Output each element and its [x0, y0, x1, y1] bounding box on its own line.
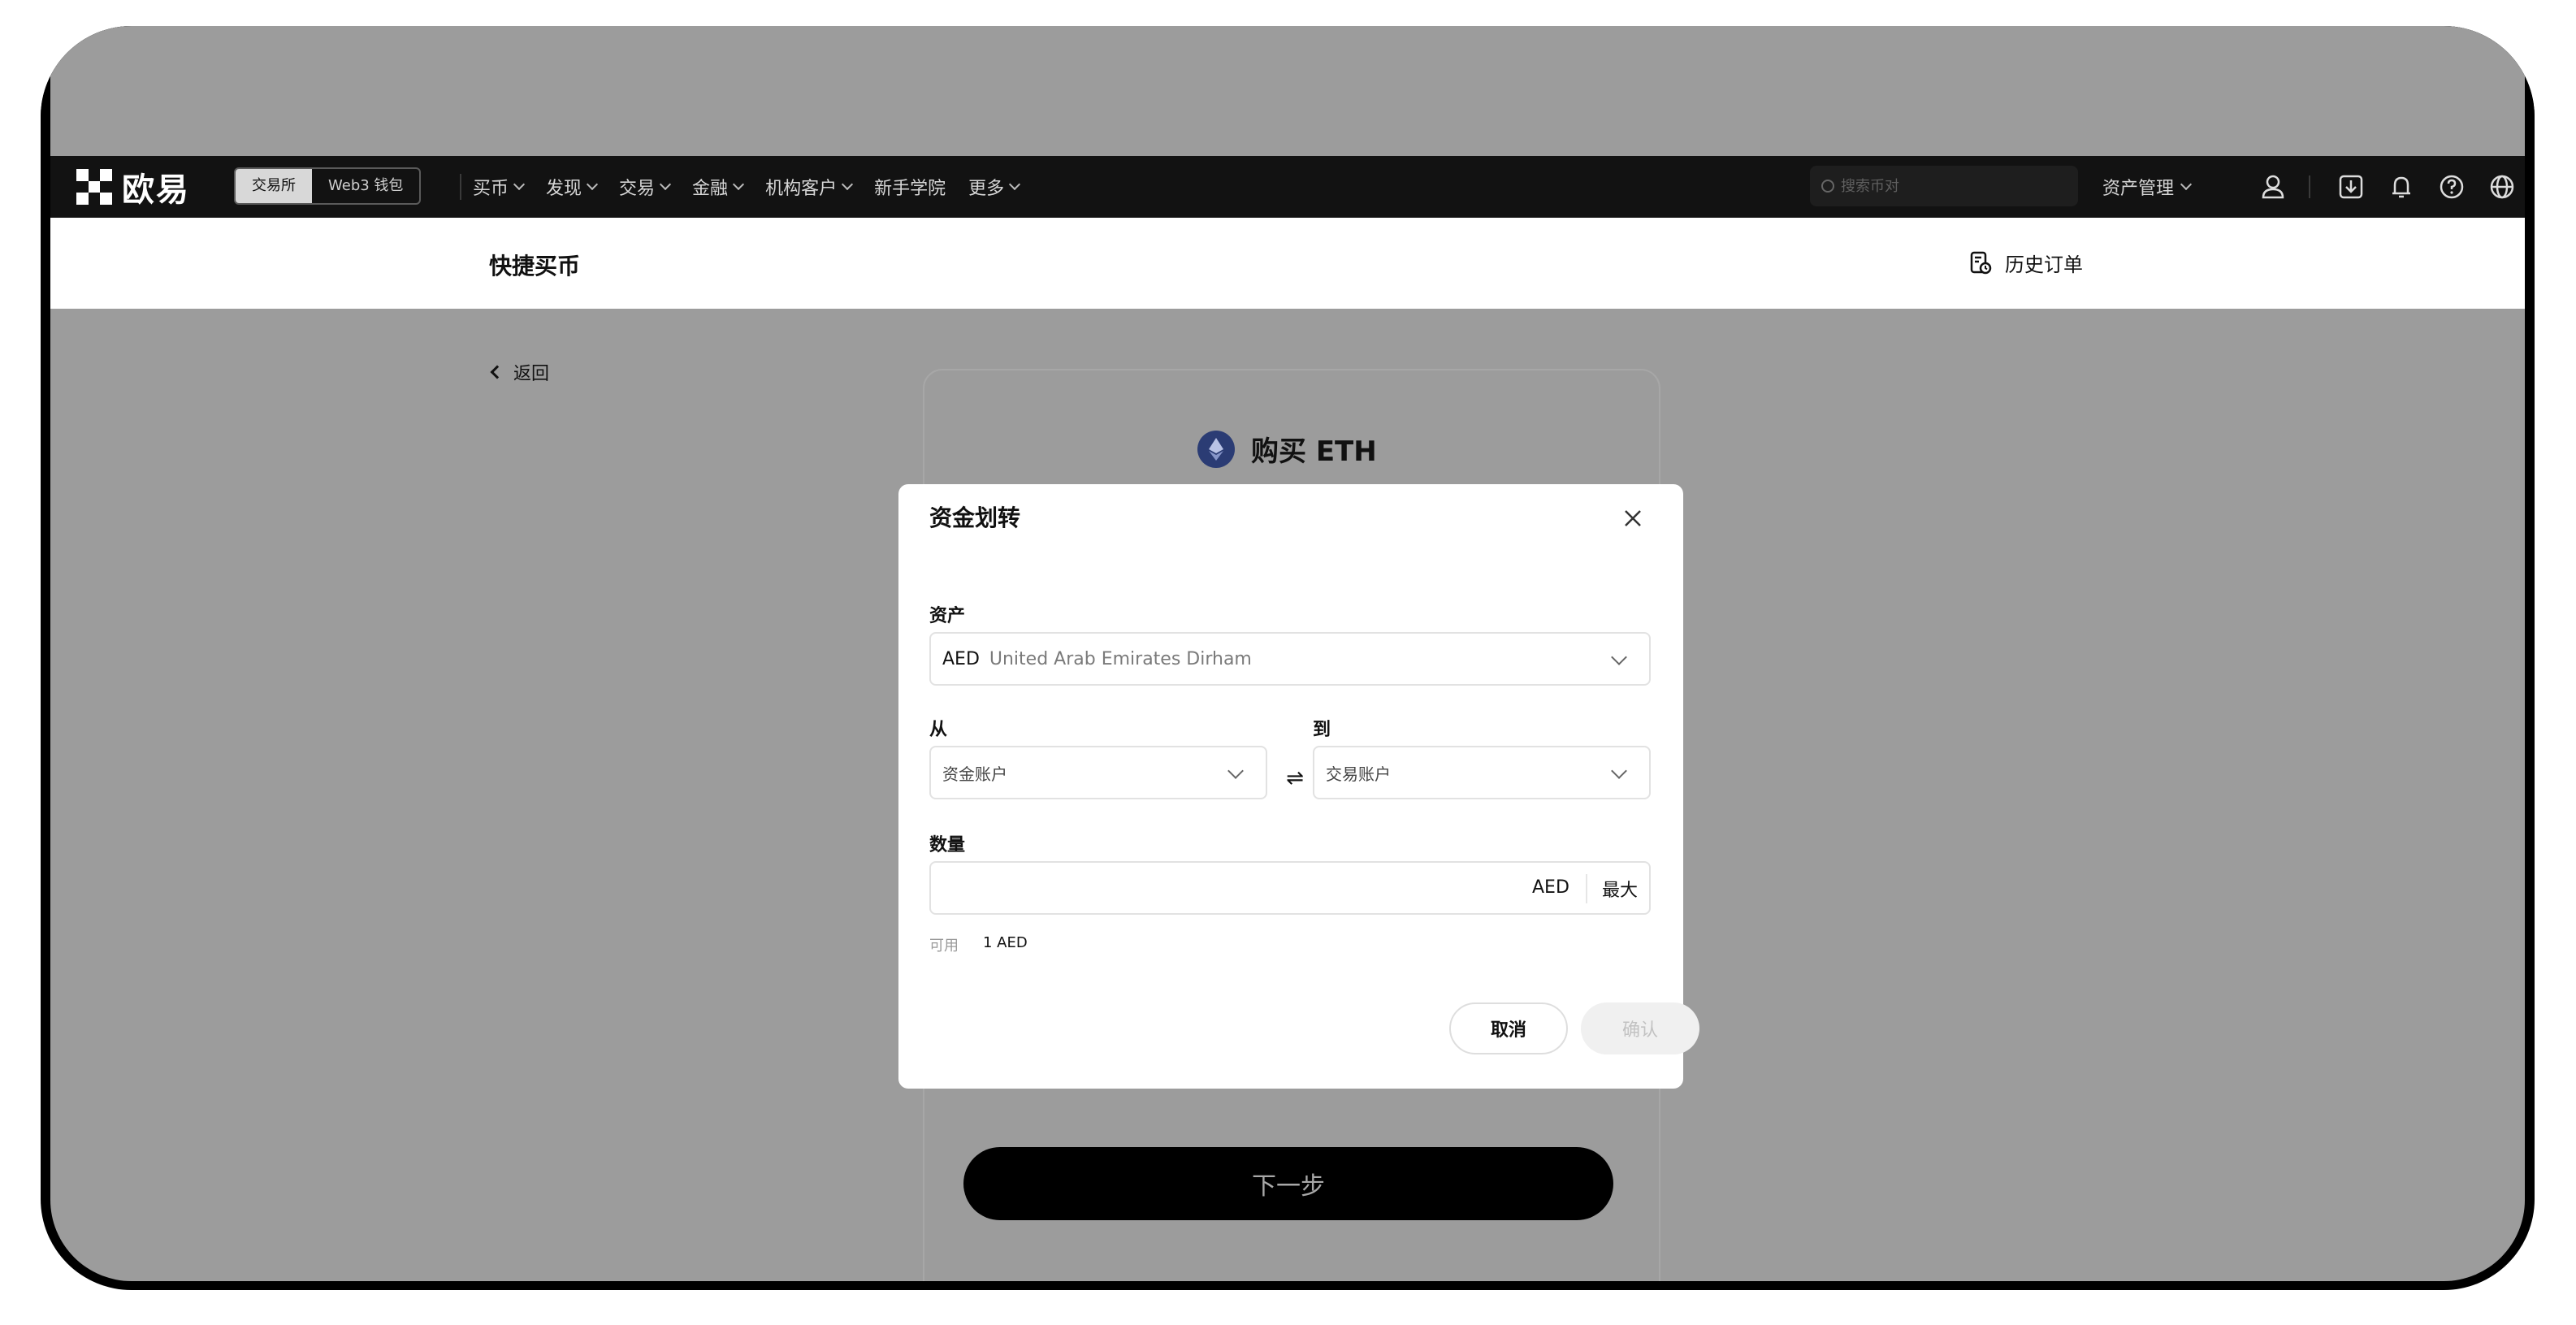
okx-logo-icon	[76, 169, 112, 205]
chevron-down-icon	[2180, 178, 2193, 191]
chevron-left-icon	[490, 365, 504, 379]
from-account-select[interactable]: 资金账户	[929, 746, 1267, 799]
confirm-button[interactable]: 确认	[1581, 1002, 1699, 1054]
menu-label: 更多	[968, 179, 1005, 199]
brand-name: 欧易	[122, 171, 190, 209]
chevron-down-icon	[1611, 763, 1627, 779]
asset-management-label: 资产管理	[2102, 179, 2175, 199]
search-input[interactable]	[1841, 177, 2060, 195]
to-label: 到	[1313, 720, 1331, 740]
amount-input[interactable]	[942, 873, 1511, 905]
transfer-modal: 资金划转 资产 AED United Arab Emirates Dirham …	[898, 484, 1699, 1089]
download-icon[interactable]	[2335, 171, 2367, 203]
back-label: 返回	[513, 364, 550, 384]
help-icon[interactable]	[2435, 171, 2468, 203]
menu-finance[interactable]: 金融	[692, 174, 745, 200]
chevron-down-icon	[586, 178, 599, 191]
chevron-down-icon	[1611, 649, 1627, 665]
nav-divider	[460, 174, 461, 200]
from-account-value: 资金账户	[942, 764, 1007, 784]
search-icon	[1821, 180, 1834, 193]
device-frame: 欧易 交易所 Web3 钱包 买币 发现 交易 金融 机构客户 新手学院 更多	[41, 26, 2535, 1290]
amount-divider	[1586, 874, 1587, 903]
from-label: 从	[929, 720, 948, 740]
menu-label: 金融	[692, 179, 729, 199]
menu-buy-crypto[interactable]: 买币	[473, 174, 526, 200]
eth-icon	[1197, 430, 1235, 468]
back-link[interactable]: 返回	[490, 359, 550, 385]
menu-label: 机构客户	[765, 179, 838, 199]
menu-label: 新手学院	[874, 179, 946, 199]
menu-discover[interactable]: 发现	[546, 174, 599, 200]
main-menu: 买币 发现 交易 金融 机构客户 新手学院 更多	[473, 156, 1021, 218]
nav-divider	[2309, 175, 2310, 198]
menu-trade[interactable]: 交易	[619, 174, 672, 200]
amount-unit: AED	[1532, 877, 1569, 898]
sub-header: 快捷买币 历史订单	[50, 218, 2525, 309]
history-orders-label: 历史订单	[2005, 253, 2083, 276]
segment-exchange[interactable]: 交易所	[236, 169, 312, 203]
chevron-down-icon	[732, 178, 745, 191]
modal-title: 资金划转	[929, 504, 1021, 531]
asset-label: 资产	[929, 606, 966, 626]
menu-label: 发现	[546, 179, 582, 199]
max-button[interactable]: 最大	[1595, 871, 1644, 907]
screen: 欧易 交易所 Web3 钱包 买币 发现 交易 金融 机构客户 新手学院 更多	[50, 26, 2525, 1281]
available-value: 1 AED	[983, 934, 1028, 951]
logo[interactable]: 欧易	[76, 167, 190, 209]
menu-label: 买币	[473, 179, 509, 199]
menu-label: 交易	[619, 179, 656, 199]
chevron-down-icon	[1227, 763, 1244, 779]
history-orders-link[interactable]: 历史订单	[1968, 249, 2083, 277]
asset-name: United Arab Emirates Dirham	[989, 648, 1252, 669]
asset-code: AED	[942, 648, 980, 669]
buy-title-text: 购买 ETH	[1251, 435, 1377, 468]
to-account-select[interactable]: 交易账户	[1313, 746, 1651, 799]
bell-icon[interactable]	[2385, 171, 2418, 203]
swap-accounts-icon[interactable]: ⇌	[1279, 762, 1311, 795]
segment-web3-wallet[interactable]: Web3 钱包	[312, 169, 419, 203]
top-nav: 欧易 交易所 Web3 钱包 买币 发现 交易 金融 机构客户 新手学院 更多	[50, 156, 2525, 218]
page-title: 快捷买币	[489, 253, 581, 279]
available-balance: 可用 1 AED	[929, 934, 1028, 955]
menu-learn[interactable]: 新手学院	[874, 174, 946, 200]
order-history-icon	[1970, 251, 1992, 274]
amount-field: AED 最大	[929, 861, 1651, 915]
chevron-down-icon	[659, 178, 672, 191]
close-icon[interactable]	[1617, 502, 1649, 535]
chevron-down-icon	[513, 178, 526, 191]
platform-switch: 交易所 Web3 钱包	[234, 167, 422, 205]
next-step-button[interactable]: 下一步	[963, 1147, 1613, 1220]
asset-management-menu[interactable]: 资产管理	[2102, 156, 2193, 218]
cancel-button[interactable]: 取消	[1449, 1002, 1568, 1054]
search-box[interactable]	[1810, 166, 2078, 206]
globe-icon[interactable]	[2486, 171, 2518, 203]
to-account-value: 交易账户	[1326, 764, 1391, 784]
menu-institutional[interactable]: 机构客户	[765, 174, 854, 200]
available-label: 可用	[929, 937, 959, 955]
asset-select[interactable]: AED United Arab Emirates Dirham	[929, 632, 1651, 686]
chevron-down-icon	[842, 178, 854, 191]
chevron-down-icon	[1009, 178, 1021, 191]
user-icon[interactable]	[2257, 171, 2289, 203]
buy-title: 购买 ETH	[1197, 429, 1377, 469]
amount-label: 数量	[929, 835, 966, 855]
menu-more[interactable]: 更多	[968, 174, 1021, 200]
